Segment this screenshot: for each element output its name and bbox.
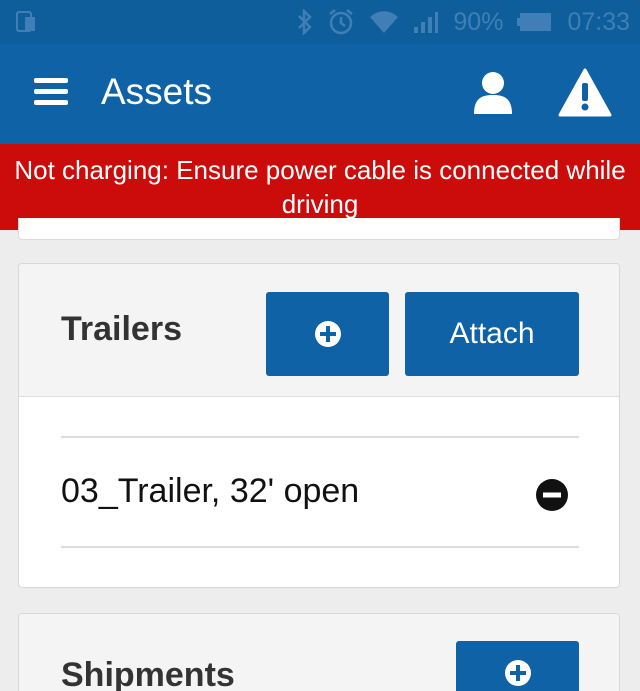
- wifi-icon: [370, 11, 399, 33]
- clock: 07:33: [567, 7, 630, 36]
- trailers-card: Trailers Attach 03_Trailer, 32' open: [18, 263, 620, 588]
- shipments-title: Shipments: [61, 656, 235, 691]
- trailers-card-header: Trailers Attach: [19, 264, 619, 397]
- battery-icon: [517, 13, 552, 31]
- battery-percent: 90%: [453, 7, 504, 36]
- shipments-card: Shipments: [18, 613, 620, 691]
- page-title: Assets: [101, 71, 213, 112]
- hamburger-menu-icon[interactable]: [34, 78, 68, 108]
- add-shipment-button[interactable]: [456, 641, 579, 691]
- add-trailer-button[interactable]: [266, 292, 389, 376]
- plus-circle-icon: [314, 321, 341, 347]
- app-bar: Assets: [0, 44, 640, 144]
- bluetooth-icon: [298, 9, 313, 35]
- list-item: 03_Trailer, 32' open: [61, 438, 579, 548]
- divider: [61, 546, 579, 548]
- status-bar: 90% 07:33: [0, 0, 640, 44]
- trailers-title: Trailers: [61, 310, 182, 348]
- attach-trailer-button[interactable]: Attach: [405, 292, 579, 376]
- signal-icon: [414, 12, 439, 33]
- alarm-icon: [329, 9, 354, 35]
- remove-circle-icon[interactable]: [535, 478, 569, 512]
- warning-icon[interactable]: [558, 68, 612, 118]
- trailer-name: 03_Trailer, 32' open: [61, 472, 360, 510]
- user-profile-icon[interactable]: [470, 70, 516, 116]
- shipments-card-header: Shipments: [19, 614, 619, 691]
- previous-card-edge: [18, 218, 620, 240]
- plus-circle-icon: [504, 660, 531, 686]
- phone-screen-icon: [16, 11, 35, 32]
